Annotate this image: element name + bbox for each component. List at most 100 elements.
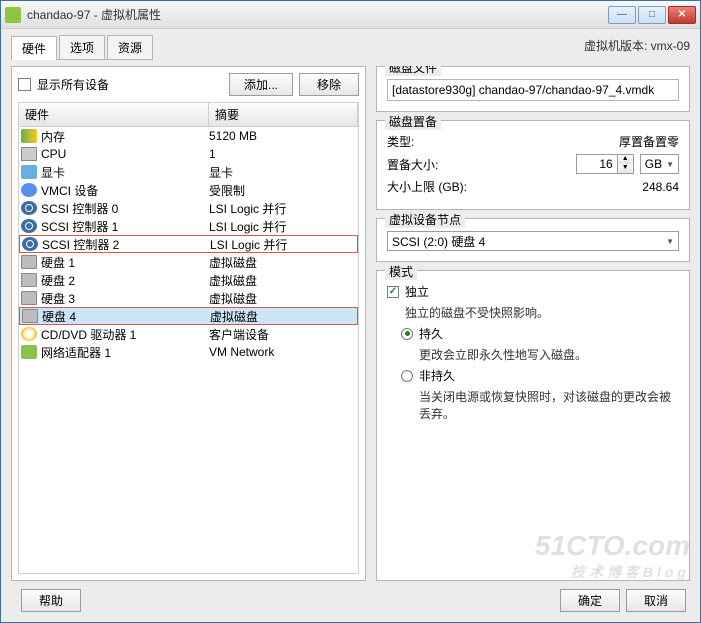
hardware-summary: VM Network <box>209 345 358 359</box>
type-label: 类型: <box>387 133 477 150</box>
hardware-summary: 虚拟磁盘 <box>210 308 357 325</box>
ok-button[interactable]: 确定 <box>560 589 620 612</box>
nonpersistent-desc: 当关闭电源或恢复快照时，对该磁盘的更改会被丢弃。 <box>419 388 679 422</box>
hardware-summary: LSI Logic 并行 <box>209 200 358 217</box>
table-row[interactable]: 内存5120 MB <box>19 127 358 145</box>
hardware-name: VMCI 设备 <box>41 182 209 199</box>
table-row[interactable]: CD/DVD 驱动器 1客户端设备 <box>19 325 358 343</box>
table-row[interactable]: CPU1 <box>19 145 358 163</box>
hardware-name: 内存 <box>41 128 209 145</box>
disp-icon <box>21 165 37 179</box>
hardware-summary: LSI Logic 并行 <box>209 218 358 235</box>
table-row[interactable]: VMCI 设备受限制 <box>19 181 358 199</box>
hardware-summary: 虚拟磁盘 <box>209 290 358 307</box>
hardware-name: SCSI 控制器 1 <box>41 218 209 235</box>
hardware-list-header: 硬件 摘要 <box>18 102 359 127</box>
add-button[interactable]: 添加... <box>229 73 293 96</box>
show-all-devices-label: 显示所有设备 <box>37 76 109 93</box>
provisioned-size-label: 置备大小: <box>387 156 477 173</box>
type-value: 厚置备置零 <box>477 133 679 150</box>
disk-provisioning-group: 磁盘置备 类型: 厚置备置零 置备大小: ▲▼ <box>376 120 690 210</box>
hardware-name: CD/DVD 驱动器 1 <box>41 326 209 343</box>
disk-file-group: 磁盘文件 [datastore930g] chandao-97/chandao-… <box>376 66 690 112</box>
table-row[interactable]: SCSI 控制器 2LSI Logic 并行 <box>19 235 358 253</box>
spin-up-icon[interactable]: ▲ <box>618 155 633 164</box>
disk-file-legend: 磁盘文件 <box>385 66 441 76</box>
hardware-summary: 客户端设备 <box>209 326 358 343</box>
spin-down-icon[interactable]: ▼ <box>618 164 633 173</box>
table-row[interactable]: 硬盘 3虚拟磁盘 <box>19 289 358 307</box>
hardware-panel: 显示所有设备 添加... 移除 硬件 摘要 内存5120 MBCPU1显卡显卡V… <box>11 66 366 581</box>
hardware-name: 硬盘 4 <box>42 308 210 325</box>
max-size-value: 248.64 <box>477 180 679 194</box>
disk-icon <box>22 309 38 323</box>
chevron-down-icon: ▼ <box>666 237 674 246</box>
independent-checkbox[interactable] <box>387 286 399 298</box>
hardware-name: CPU <box>41 147 209 161</box>
hardware-name: 网络适配器 1 <box>41 344 209 361</box>
scsi-icon <box>21 201 37 215</box>
show-all-devices-checkbox[interactable] <box>18 78 31 91</box>
persistent-radio[interactable] <box>401 328 413 340</box>
maximize-button[interactable]: □ <box>638 6 666 24</box>
hardware-name: 硬盘 3 <box>41 290 209 307</box>
cpu-icon <box>21 147 37 161</box>
col-summary[interactable]: 摘要 <box>209 103 358 126</box>
persistent-desc: 更改会立即永久性地写入磁盘。 <box>419 346 679 363</box>
mode-legend: 模式 <box>385 263 417 280</box>
table-row[interactable]: SCSI 控制器 0LSI Logic 并行 <box>19 199 358 217</box>
app-icon <box>5 7 21 23</box>
minimize-button[interactable]: — <box>608 6 636 24</box>
virtual-device-node-select[interactable]: SCSI (2:0) 硬盘 4 ▼ <box>387 231 679 251</box>
size-unit-select[interactable]: GB ▼ <box>640 154 679 174</box>
scsi-icon <box>22 237 38 251</box>
provisioned-size-spinner[interactable]: ▲▼ <box>576 154 634 174</box>
footer: 帮助 确定 取消 <box>11 589 690 612</box>
titlebar[interactable]: chandao-97 - 虚拟机属性 — □ ✕ <box>1 1 700 29</box>
window-title: chandao-97 - 虚拟机属性 <box>27 6 608 23</box>
chevron-down-icon: ▼ <box>666 160 674 169</box>
vmci-icon <box>21 183 37 197</box>
hardware-summary: 5120 MB <box>209 129 358 143</box>
hardware-name: 显卡 <box>41 164 209 181</box>
disk-file-value[interactable]: [datastore930g] chandao-97/chandao-97_4.… <box>387 79 679 101</box>
disk-icon <box>21 255 37 269</box>
independent-desc: 独立的磁盘不受快照影响。 <box>405 304 679 321</box>
hardware-summary: 显卡 <box>209 164 358 181</box>
disk-icon <box>21 291 37 305</box>
mode-group: 模式 独立 独立的磁盘不受快照影响。 持久 更改会立即永久性地写入磁盘。 <box>376 270 690 581</box>
cancel-button[interactable]: 取消 <box>626 589 686 612</box>
vm-version-label: 虚拟机版本: vmx-09 <box>584 37 690 54</box>
table-row[interactable]: 硬盘 1虚拟磁盘 <box>19 253 358 271</box>
tab-hardware[interactable]: 硬件 <box>11 36 57 60</box>
close-button[interactable]: ✕ <box>668 6 696 24</box>
table-row[interactable]: SCSI 控制器 1LSI Logic 并行 <box>19 217 358 235</box>
tab-options[interactable]: 选项 <box>59 35 105 59</box>
scsi-icon <box>21 219 37 233</box>
net-icon <box>21 345 37 359</box>
mem-icon <box>21 129 37 143</box>
hardware-summary: 受限制 <box>209 182 358 199</box>
hardware-list[interactable]: 内存5120 MBCPU1显卡显卡VMCI 设备受限制SCSI 控制器 0LSI… <box>18 127 359 574</box>
independent-label: 独立 <box>405 283 429 300</box>
tab-resources[interactable]: 资源 <box>107 35 153 59</box>
table-row[interactable]: 网络适配器 1VM Network <box>19 343 358 361</box>
table-row[interactable]: 硬盘 4虚拟磁盘 <box>19 307 358 325</box>
tabs: 硬件 选项 资源 <box>11 35 153 60</box>
help-button[interactable]: 帮助 <box>21 589 81 612</box>
remove-button[interactable]: 移除 <box>299 73 359 96</box>
hardware-summary: 虚拟磁盘 <box>209 254 358 271</box>
details-panel: 磁盘文件 [datastore930g] chandao-97/chandao-… <box>376 66 690 581</box>
cd-icon <box>21 327 37 341</box>
hardware-name: SCSI 控制器 2 <box>42 236 210 253</box>
persistent-label: 持久 <box>419 325 443 342</box>
table-row[interactable]: 硬盘 2虚拟磁盘 <box>19 271 358 289</box>
virtual-device-node-group: 虚拟设备节点 SCSI (2:0) 硬盘 4 ▼ <box>376 218 690 262</box>
provisioned-size-input[interactable] <box>577 155 617 173</box>
nonpersistent-radio[interactable] <box>401 370 413 382</box>
nonpersistent-label: 非持久 <box>419 367 455 384</box>
col-hardware[interactable]: 硬件 <box>19 103 209 126</box>
table-row[interactable]: 显卡显卡 <box>19 163 358 181</box>
hardware-summary: 虚拟磁盘 <box>209 272 358 289</box>
max-size-label: 大小上限 (GB): <box>387 178 477 195</box>
